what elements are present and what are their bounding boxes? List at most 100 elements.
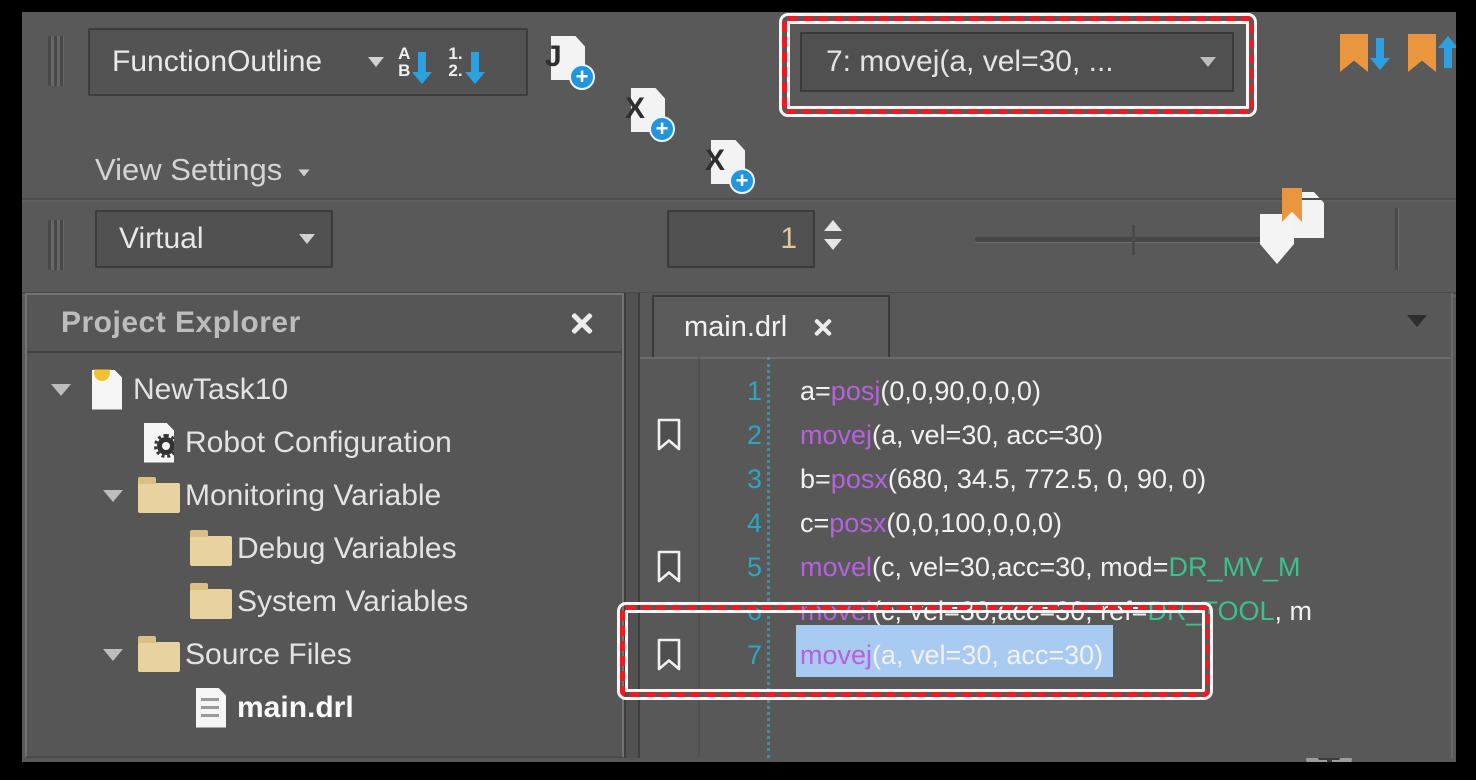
sidebar-item-newtask10[interactable]: NewTask10: [27, 363, 622, 416]
code-text[interactable]: movej(a, vel=30, acc=30): [796, 633, 1113, 677]
tab-list-dropdown-icon[interactable]: [1407, 315, 1427, 327]
line-number[interactable]: 1: [698, 376, 774, 407]
code-line-1[interactable]: 1 a=posj(0,0,90,0,0,0): [640, 369, 1451, 413]
code-token-plain: (a, vel=30, acc=30): [872, 420, 1103, 451]
sort-numeric-button[interactable]: 1.2.: [448, 45, 486, 79]
code-token-plain: b=: [800, 464, 831, 495]
chevron-down-icon: [299, 170, 310, 177]
speed-slider-track[interactable]: [975, 237, 1265, 242]
tree-item-label: NewTask10: [133, 373, 288, 407]
line-number[interactable]: 2: [698, 420, 774, 451]
code-text[interactable]: movel(c, vel=30,acc=30, mod=DR_MV_M: [796, 545, 1310, 589]
expand-arrow-icon[interactable]: [41, 384, 81, 396]
tab-label: main.drl: [684, 311, 787, 344]
folder-icon: [190, 536, 232, 566]
code-token-constant: DR_TOOL: [1147, 596, 1274, 627]
code-line-2[interactable]: 2 movej(a, vel=30, acc=30): [640, 413, 1451, 457]
bookmark-icon: [1408, 34, 1436, 72]
sidebar-item-robot-configuration[interactable]: Robot Configuration: [27, 416, 622, 469]
tree-item-label: Robot Configuration: [185, 426, 452, 460]
tree-icon-slot: [133, 638, 185, 672]
plus-badge-icon: +: [569, 64, 595, 90]
robot-config-icon: [144, 423, 174, 463]
code-text[interactable]: c=posx(0,0,100,0,0,0): [796, 501, 1072, 545]
run-count-input[interactable]: 1: [667, 210, 815, 268]
view-settings-menu[interactable]: View Settings: [95, 144, 312, 196]
sidebar-item-main-drl[interactable]: main.drl: [27, 681, 622, 734]
editor-tab-bar: main.drl: [640, 293, 1451, 359]
arrow-down-icon: [471, 52, 479, 72]
letter-x-icon: X: [705, 144, 725, 178]
tree-item-label: Monitoring Variable: [185, 479, 441, 513]
gutter-bookmark-icon[interactable]: [640, 418, 698, 452]
code-line-4[interactable]: 4 c=posx(0,0,100,0,0,0): [640, 501, 1451, 545]
sort-alpha-icon: AB: [398, 45, 410, 79]
function-outline-select[interactable]: FunctionOutline: [112, 45, 322, 79]
code-editor-panel: main.drl 1 a=posj(0,0,90,0,0,0) 2 movej(a, …: [640, 293, 1453, 758]
line-number[interactable]: 5: [698, 552, 774, 583]
function-outline-group: FunctionOutline AB 1.2.: [88, 28, 528, 96]
spinner-up-icon[interactable]: [824, 220, 842, 231]
chevron-down-icon: [1200, 57, 1216, 67]
code-token-keyword: posx: [831, 464, 888, 495]
toolbar-drag-grip[interactable]: [48, 36, 64, 86]
tab-close-icon[interactable]: [813, 317, 833, 337]
panel-splitter[interactable]: [624, 293, 640, 758]
playbar-drag-grip[interactable]: [48, 220, 64, 270]
chevron-down-icon: [299, 234, 315, 244]
code-token-plain: c=: [800, 508, 829, 539]
expand-arrow-icon[interactable]: [93, 649, 133, 661]
sidebar-item-source-files[interactable]: Source Files: [27, 628, 622, 681]
expand-arrow-icon[interactable]: [93, 490, 133, 502]
code-text[interactable]: movel(c, vel=30,acc=30, ref=DR_TOOL, m: [796, 589, 1322, 633]
code-line-7[interactable]: 7 movej(a, vel=30, acc=30): [640, 633, 1451, 677]
add-x-file-button[interactable]: X +: [625, 86, 671, 138]
spinner-down-icon[interactable]: [824, 239, 842, 250]
code-line-3[interactable]: 3 b=posx(680, 34.5, 772.5, 0, 90, 0): [640, 457, 1451, 501]
tab-main-drl[interactable]: main.drl: [652, 295, 890, 357]
add-x-file-button-2[interactable]: X +: [705, 138, 751, 190]
code-token-plain: , m: [1274, 596, 1312, 627]
code-line-5[interactable]: 5 movel(c, vel=30,acc=30, mod=DR_MV_M: [640, 545, 1451, 589]
code-token-plain: (0,0,90,0,0,0): [880, 376, 1041, 407]
line-selector-dropdown[interactable]: 7: movej(a, vel=30, ...: [800, 32, 1234, 92]
project-explorer-header: Project Explorer: [27, 295, 622, 353]
close-icon[interactable]: [570, 311, 594, 335]
code-lines: 1 a=posj(0,0,90,0,0,0) 2 movej(a, vel=30, a…: [640, 369, 1451, 677]
previous-bookmark-button[interactable]: [1408, 34, 1456, 72]
sidebar-item-debug-variables[interactable]: Debug Variables: [27, 522, 622, 575]
line-number[interactable]: 4: [698, 508, 774, 539]
app-content: FunctionOutline AB 1.2. J + X + X +: [22, 12, 1456, 762]
plus-badge-icon: +: [649, 116, 675, 142]
project-tree: NewTask10 Robot Configuration Monitoring V…: [27, 353, 622, 734]
chevron-down-icon[interactable]: [368, 57, 384, 67]
code-token-keyword: movel: [800, 552, 872, 583]
mode-select[interactable]: Virtual: [95, 210, 333, 268]
code-text[interactable]: a=posj(0,0,90,0,0,0): [796, 369, 1051, 413]
next-bookmark-button[interactable]: [1340, 34, 1392, 72]
line-number[interactable]: 6: [698, 596, 774, 627]
app-window: FunctionOutline AB 1.2. J + X + X +: [0, 0, 1476, 780]
code-token-plain: (680, 34.5, 772.5, 0, 90, 0): [888, 464, 1206, 495]
panel-title: Project Explorer: [61, 306, 301, 340]
code-token-keyword: movej: [800, 420, 872, 451]
gutter-bookmark-icon[interactable]: [640, 550, 698, 584]
code-area[interactable]: 1 a=posj(0,0,90,0,0,0) 2 movej(a, vel=30, a…: [640, 357, 1451, 758]
sort-alphabetical-button[interactable]: AB: [398, 45, 434, 79]
plus-badge-icon: +: [729, 168, 755, 194]
line-number[interactable]: 7: [698, 640, 774, 671]
sidebar-item-system-variables[interactable]: System Variables: [27, 575, 622, 628]
sidebar-item-monitoring-variable[interactable]: Monitoring Variable: [27, 469, 622, 522]
code-text[interactable]: movej(a, vel=30, acc=30): [796, 413, 1113, 457]
run-count-stepper: [824, 220, 842, 250]
code-token-keyword: posj: [831, 376, 881, 407]
line-number[interactable]: 3: [698, 464, 774, 495]
view-settings-label: View Settings: [95, 152, 282, 188]
code-text[interactable]: b=posx(680, 34.5, 772.5, 0, 90, 0): [796, 457, 1216, 501]
code-token-keyword: posx: [829, 508, 886, 539]
gutter-bookmark-icon[interactable]: [640, 638, 698, 672]
run-count-value: 1: [780, 222, 797, 256]
add-j-file-button[interactable]: J +: [545, 34, 591, 86]
tree-icon-slot: [81, 370, 133, 410]
code-line-6[interactable]: 6 movel(c, vel=30,acc=30, ref=DR_TOOL, m: [640, 589, 1451, 633]
